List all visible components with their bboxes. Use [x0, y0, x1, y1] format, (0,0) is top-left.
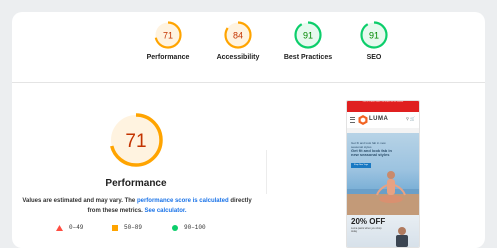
gauge-seo[interactable]: 91 SEO	[332, 20, 416, 61]
gauge-best-practices-score: 91	[303, 31, 313, 41]
gauge-seo-label: SEO	[366, 54, 382, 61]
performance-description: Values are estimated and may vary. The p…	[18, 196, 256, 216]
page-screenshot-thumbnail[interactable]: This is a demo store. No orders will be …	[346, 100, 420, 248]
gauge-accessibility-score: 84	[233, 31, 243, 41]
score-calculation-link[interactable]: performance score is calculated	[137, 198, 229, 204]
luma-logo-icon	[358, 115, 368, 125]
legend-item-average: 50–89	[112, 224, 142, 231]
menu-icon	[350, 117, 355, 123]
legend-range-pass: 90–100	[184, 224, 206, 231]
promo-block: 20% OFF Luma pants when you shop today	[347, 215, 419, 247]
lighthouse-report-card: 71 Performance 84 Accessibility 91 Best …	[12, 12, 485, 248]
promo-title: 20% OFF	[351, 217, 386, 226]
triangle-icon	[56, 224, 63, 231]
desc-text-1: Values are estimated and may vary. The	[22, 198, 137, 204]
yoga-photo	[347, 171, 419, 215]
demo-banner: This is a demo store. No orders will be …	[347, 101, 419, 112]
circle-icon	[172, 224, 178, 231]
vertical-separator	[266, 150, 267, 194]
gauge-seo-score: 91	[369, 31, 379, 41]
legend-item-pass: 90–100	[172, 224, 206, 231]
score-gauges: 71 Performance 84 Accessibility 91 Best …	[12, 20, 485, 78]
square-icon	[112, 224, 118, 231]
see-calculator-link[interactable]: See calculator.	[145, 208, 187, 214]
performance-score-large: 71	[125, 131, 146, 152]
section-divider	[12, 82, 485, 83]
brand-name: LUMA	[369, 116, 389, 122]
legend-range-fail: 0–49	[69, 224, 84, 231]
hero-banner: Get fit and look fab in new seasonal sty…	[347, 133, 419, 215]
score-legend: 0–49 50–89 90–100	[56, 224, 226, 236]
header-icons: ⚲ 🛒	[405, 116, 415, 121]
gauge-seo-ring: 91	[360, 21, 388, 49]
site-header: LUMA ⚲ 🛒	[347, 112, 419, 128]
performance-gauge-large: 71	[109, 113, 163, 167]
legend-range-average: 50–89	[124, 224, 143, 231]
legend-item-fail: 0–49	[56, 224, 83, 231]
gauge-best-practices-ring: 91	[294, 21, 322, 49]
performance-title: Performance	[105, 178, 167, 189]
gauge-performance-score: 71	[163, 31, 173, 41]
promo-subtitle: Luma pants when you shop today	[351, 227, 382, 233]
gauge-accessibility-ring: 84	[224, 21, 252, 49]
gauge-performance-ring: 71	[154, 21, 182, 49]
